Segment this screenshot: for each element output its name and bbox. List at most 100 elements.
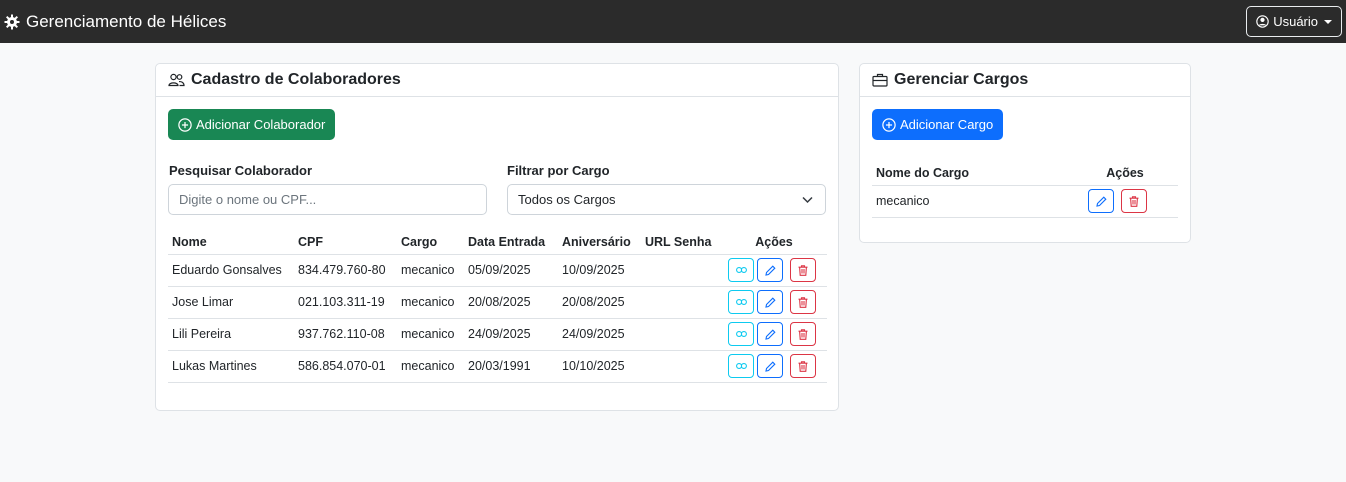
- chevron-down-icon: [1324, 19, 1332, 24]
- delete-button[interactable]: [790, 354, 816, 378]
- cell-url: [641, 350, 721, 383]
- colaboradores-title: Cadastro de Colaboradores: [191, 71, 401, 88]
- table-header-row: Nome CPF Cargo Data Entrada Aniversário …: [168, 230, 827, 255]
- edit-button[interactable]: [1088, 189, 1114, 213]
- search-input[interactable]: Digite o nome ou CPF...: [168, 184, 487, 215]
- user-circle-icon: [1256, 15, 1269, 28]
- delete-button[interactable]: [1121, 189, 1147, 213]
- link-icon: [735, 331, 747, 337]
- column-header: Ações: [1072, 161, 1178, 186]
- add-cargo-label: Adicionar Cargo: [900, 117, 994, 132]
- cell-cpf: 586.854.070-01: [294, 350, 397, 383]
- cell-nome: Lukas Martines: [168, 350, 294, 383]
- pencil-icon: [764, 360, 776, 372]
- pencil-icon: [764, 264, 776, 276]
- column-header: Cargo: [397, 230, 464, 255]
- table-row: Eduardo Gonsalves 834.479.760-80 mecanic…: [168, 254, 827, 287]
- add-colaborador-button[interactable]: Adicionar Colaborador: [168, 109, 336, 140]
- delete-button[interactable]: [790, 290, 816, 314]
- cell-aniversario: 24/09/2025: [558, 318, 641, 351]
- cargo-filter-value: Todos os Cargos: [518, 192, 616, 207]
- user-menu-button[interactable]: Usuário: [1246, 6, 1342, 37]
- cargos-table: Nome do Cargo Ações mecanico: [872, 161, 1178, 218]
- column-header: Nome: [168, 230, 294, 255]
- table-row: Lili Pereira 937.762.110-08 mecanico 24/…: [168, 318, 827, 351]
- chevron-down-icon: [802, 196, 813, 204]
- edit-button[interactable]: [757, 290, 783, 314]
- search-label: Pesquisar Colaborador: [169, 163, 313, 178]
- filter-label: Filtrar por Cargo: [507, 163, 610, 178]
- column-header: Ações: [721, 230, 827, 255]
- pencil-icon: [764, 328, 776, 340]
- cell-acoes: [1072, 185, 1178, 218]
- cell-entrada: 05/09/2025: [464, 254, 558, 287]
- cell-cargo: mecanico: [397, 350, 464, 383]
- cargo-filter-select[interactable]: Todos os Cargos: [507, 184, 826, 215]
- cell-nome: Eduardo Gonsalves: [168, 254, 294, 287]
- cell-cpf: 021.103.311-19: [294, 286, 397, 319]
- column-header: Nome do Cargo: [872, 161, 1072, 186]
- edit-button[interactable]: [757, 354, 783, 378]
- cell-acoes: [721, 286, 827, 319]
- column-header: CPF: [294, 230, 397, 255]
- link-button[interactable]: [728, 322, 754, 346]
- cargos-card: Gerenciar Cargos Adicionar Cargo Nome do…: [859, 63, 1191, 243]
- cell-acoes: [721, 350, 827, 383]
- cell-aniversario: 10/10/2025: [558, 350, 641, 383]
- cell-aniversario: 10/09/2025: [558, 254, 641, 287]
- cell-entrada: 20/03/1991: [464, 350, 558, 383]
- cell-url: [641, 318, 721, 351]
- cell-cargo: mecanico: [397, 254, 464, 287]
- cell-entrada: 20/08/2025: [464, 286, 558, 319]
- column-header: Data Entrada: [464, 230, 558, 255]
- edit-button[interactable]: [757, 322, 783, 346]
- navbar: Gerenciamento de Hélices Usuário: [0, 0, 1346, 43]
- link-icon: [735, 267, 747, 273]
- trash-icon: [798, 296, 808, 308]
- column-header: Aniversário: [558, 230, 641, 255]
- trash-icon: [798, 328, 808, 340]
- table-row: Lukas Martines 586.854.070-01 mecanico 2…: [168, 350, 827, 383]
- cell-cpf: 834.479.760-80: [294, 254, 397, 287]
- cell-url: [641, 254, 721, 287]
- cell-nome-cargo: mecanico: [872, 185, 1072, 218]
- colaboradores-card: Cadastro de Colaboradores Adicionar Cola…: [155, 63, 839, 411]
- navbar-brand[interactable]: Gerenciamento de Hélices: [4, 12, 226, 32]
- cell-acoes: [721, 318, 827, 351]
- cargos-card-header: Gerenciar Cargos: [860, 64, 1190, 97]
- add-cargo-button[interactable]: Adicionar Cargo: [872, 109, 1004, 140]
- table-row: mecanico: [872, 185, 1178, 218]
- cell-cpf: 937.762.110-08: [294, 318, 397, 351]
- briefcase-icon: [872, 73, 888, 87]
- table-header-row: Nome do Cargo Ações: [872, 161, 1178, 186]
- link-icon: [735, 363, 747, 369]
- user-menu-label: Usuário: [1273, 14, 1318, 29]
- cell-nome: Lili Pereira: [168, 318, 294, 351]
- gear-icon: [4, 14, 20, 29]
- link-button[interactable]: [728, 354, 754, 378]
- plus-circle-icon: [882, 117, 896, 132]
- colaboradores-table: Nome CPF Cargo Data Entrada Aniversário …: [168, 230, 827, 383]
- add-colaborador-label: Adicionar Colaborador: [196, 117, 326, 132]
- link-button[interactable]: [728, 290, 754, 314]
- people-icon: [168, 73, 185, 87]
- delete-button[interactable]: [790, 258, 816, 282]
- column-header: URL Senha: [641, 230, 721, 255]
- cargos-title: Gerenciar Cargos: [894, 71, 1029, 88]
- app-title: Gerenciamento de Hélices: [26, 11, 227, 31]
- search-placeholder: Digite o nome ou CPF...: [179, 192, 317, 207]
- trash-icon: [798, 360, 808, 372]
- trash-icon: [798, 264, 808, 276]
- pencil-icon: [1095, 195, 1107, 207]
- delete-button[interactable]: [790, 322, 816, 346]
- colaboradores-card-header: Cadastro de Colaboradores: [156, 64, 838, 97]
- cell-acoes: [721, 254, 827, 287]
- edit-button[interactable]: [757, 258, 783, 282]
- cell-entrada: 24/09/2025: [464, 318, 558, 351]
- cell-cargo: mecanico: [397, 286, 464, 319]
- trash-icon: [1129, 195, 1139, 207]
- cell-cargo: mecanico: [397, 318, 464, 351]
- link-button[interactable]: [728, 258, 754, 282]
- cell-nome: Jose Limar: [168, 286, 294, 319]
- plus-circle-icon: [178, 117, 192, 132]
